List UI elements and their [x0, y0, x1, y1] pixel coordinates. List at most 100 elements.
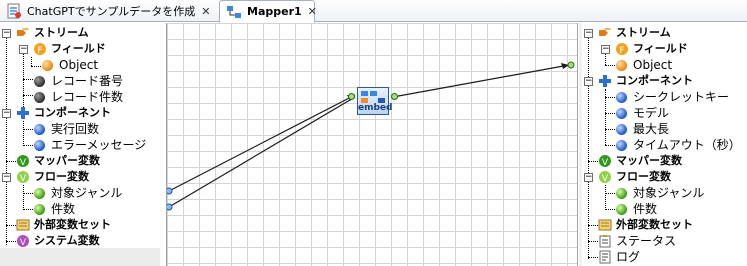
object-field-icon: [42, 59, 53, 71]
tree-item-stream[interactable]: ストリーム: [598, 25, 671, 41]
tree-label: 件数: [51, 202, 76, 216]
status-clipboard-icon: [598, 234, 612, 248]
variable-icon: [34, 187, 45, 199]
tree-item-external-vars[interactable]: 外部変数セット: [598, 217, 693, 233]
tree-item-object[interactable]: Object: [616, 57, 672, 73]
mapper-variable-icon: V: [598, 154, 612, 168]
tree-item-secret-key[interactable]: シークレットキー: [616, 89, 729, 105]
variable-icon: [34, 203, 45, 215]
tree-item-object[interactable]: Object: [42, 57, 98, 73]
tree-item-component[interactable]: コンポーネント: [598, 73, 693, 89]
svg-text:F: F: [619, 46, 624, 56]
embed-output-port[interactable]: [391, 93, 398, 100]
embed-function-node[interactable]: embed: [357, 87, 393, 115]
tree-item-external-vars[interactable]: 外部変数セット: [16, 217, 111, 233]
tree-label: コンポーネント: [34, 106, 111, 119]
tree-label: ストリーム: [34, 26, 89, 39]
tree-label: 実行回数: [51, 122, 100, 136]
mapping-canvas[interactable]: embed: [166, 23, 578, 266]
tree-label: マッパー変数: [34, 154, 100, 167]
collapse-toggle[interactable]: −: [584, 77, 593, 86]
svg-text:V: V: [20, 238, 27, 248]
tab-chatgpt-sample[interactable]: ChatGPTでサンプルデータを作成 ✕: [0, 0, 218, 22]
component-icon: [16, 106, 30, 120]
embed-input-port[interactable]: [348, 93, 355, 100]
tree-item-field[interactable]: F フィールド: [33, 41, 106, 57]
tab-mapper1[interactable]: Mapper1 ✕: [219, 0, 317, 23]
property-icon: [616, 123, 627, 135]
tree-item-target-genre[interactable]: 対象ジャンル: [34, 185, 122, 201]
tree-item-exec-count[interactable]: 実行回数: [34, 121, 99, 137]
tree-item-record-count[interactable]: レコード件数: [34, 89, 123, 105]
tree-label: フィールド: [633, 42, 688, 55]
collapse-toggle[interactable]: −: [2, 109, 11, 118]
tree-item-record-no[interactable]: レコード番号: [34, 73, 123, 89]
collapse-toggle[interactable]: −: [584, 173, 593, 182]
tree-label: ステータス: [616, 234, 677, 248]
field-icon: F: [33, 42, 47, 56]
stream-icon: [16, 26, 30, 40]
svg-text:V: V: [602, 174, 609, 184]
variable-icon: [616, 203, 627, 215]
tree-item-mapper-vars[interactable]: V マッパー変数: [598, 153, 682, 169]
tree-label: マッパー変数: [616, 154, 682, 167]
tree-item-count[interactable]: 件数: [616, 201, 657, 217]
tree-item-component[interactable]: コンポーネント: [16, 105, 111, 121]
tree-label: 件数: [633, 202, 658, 216]
source-tree-pane: − ストリーム − F フィールド Object レコード番号 レコード件数 −…: [0, 23, 163, 266]
property-icon: [616, 139, 627, 151]
object-field-icon: [616, 59, 627, 71]
readonly-field-icon: [34, 75, 45, 87]
tab-label: ChatGPTでサンプルデータを作成: [27, 5, 196, 18]
property-icon: [34, 139, 45, 151]
external-variable-set-icon: [16, 218, 30, 232]
tree-label: モデル: [633, 106, 670, 120]
tree-item-flow-vars[interactable]: V フロー変数: [16, 169, 89, 185]
mapper-variable-icon: V: [16, 154, 30, 168]
collapse-toggle[interactable]: −: [2, 29, 11, 38]
external-variable-set-icon: [598, 218, 612, 232]
close-icon[interactable]: ✕: [201, 5, 210, 18]
collapse-toggle[interactable]: −: [19, 45, 28, 54]
tree-item-stream[interactable]: ストリーム: [16, 25, 89, 41]
tree-item-model[interactable]: モデル: [616, 105, 669, 121]
svg-text:V: V: [20, 158, 27, 168]
tree-label: 対象ジャンル: [51, 186, 123, 200]
mapper-icon: [226, 4, 242, 20]
property-icon: [616, 107, 627, 119]
tree-label: シークレットキー: [633, 90, 730, 104]
tree-label: Object: [633, 58, 673, 72]
tab-label: Mapper1: [247, 5, 302, 18]
source-port: [167, 203, 173, 211]
tree-item-max-length[interactable]: 最大長: [616, 121, 669, 137]
variable-icon: [616, 187, 627, 199]
tree-item-timeout[interactable]: タイムアウト（秒）: [616, 137, 741, 153]
tree-item-status[interactable]: ステータス: [598, 233, 676, 249]
target-tree-pane: − ストリーム − F フィールド Object − コンポーネント シークレッ…: [582, 23, 747, 266]
property-icon: [616, 91, 627, 103]
tree-item-system-vars[interactable]: V システム変数: [16, 233, 100, 249]
collapse-toggle[interactable]: −: [2, 173, 11, 182]
flow-variable-icon: V: [598, 170, 612, 184]
collapse-toggle[interactable]: −: [601, 45, 610, 54]
source-port: [167, 187, 173, 195]
tree-item-field[interactable]: F フィールド: [615, 41, 688, 57]
tree-item-target-genre[interactable]: 対象ジャンル: [616, 185, 704, 201]
tree-label: フロー変数: [34, 170, 89, 183]
tree-label: フロー変数: [616, 170, 671, 183]
flow-variable-icon: V: [16, 170, 30, 184]
embed-label: embed: [358, 103, 393, 113]
tree-item-flow-vars[interactable]: V フロー変数: [598, 169, 671, 185]
tree-item-count[interactable]: 件数: [34, 201, 75, 217]
tree-label: レコード番号: [51, 74, 124, 88]
log-document-icon: [598, 250, 612, 264]
close-icon[interactable]: ✕: [308, 5, 317, 18]
tree-label: Object: [59, 58, 99, 72]
tree-item-mapper-vars[interactable]: V マッパー変数: [16, 153, 100, 169]
tree-label: 対象ジャンル: [633, 186, 705, 200]
tree-item-log[interactable]: ログ: [598, 249, 640, 265]
collapse-toggle[interactable]: −: [584, 29, 593, 38]
tree-label: タイムアウト（秒）: [633, 138, 741, 152]
tree-item-error-message[interactable]: エラーメッセージ: [34, 137, 146, 153]
svg-text:V: V: [20, 174, 27, 184]
